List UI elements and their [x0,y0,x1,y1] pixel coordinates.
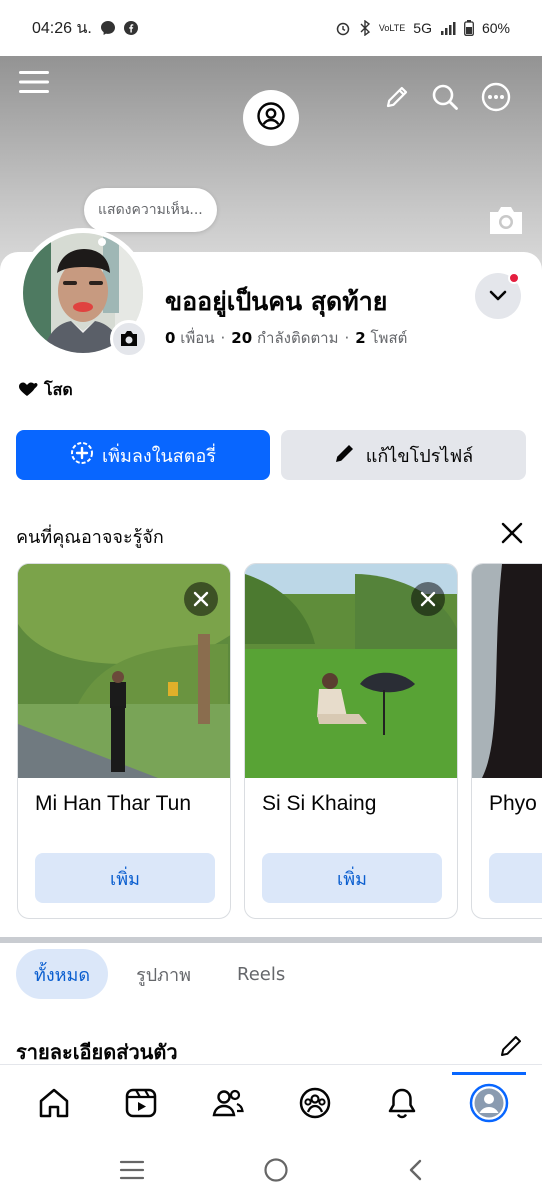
hearts-icon [18,379,40,403]
search-icon[interactable] [428,80,462,114]
person-photo [472,564,542,778]
edit-profile-button[interactable]: แก้ไขโปรไฟล์ [281,430,526,480]
plus-circle-icon [70,441,94,470]
chevron-down-icon [488,287,508,306]
facebook-notif-icon [123,21,138,35]
add-story-button[interactable]: เพิ่มลงในสตอรี่ [16,430,270,480]
add-friend-button[interactable]: เพิ่ม [35,853,215,903]
thought-placeholder: แสดงความเห็น... [98,202,203,218]
avatar-frame-button[interactable] [243,90,299,146]
profile-avatar-icon [469,1083,509,1127]
nav-notifications[interactable] [375,1075,429,1135]
stat-separator: · [220,329,226,347]
messenger-icon [100,20,116,36]
user-circle-icon [256,101,286,135]
stat-separator: · [344,329,350,347]
bottom-navigation [0,1064,542,1144]
more-icon[interactable] [478,79,514,115]
following-stat[interactable]: 20 กำลังติดตาม [231,326,338,350]
hamburger-icon[interactable] [16,64,52,100]
groups-icon [298,1086,332,1124]
tab-all[interactable]: ทั้งหมด [16,949,109,999]
nav-friends[interactable] [201,1075,255,1135]
status-bar: 04:26 น. VoLTE 5G 60% [0,0,542,56]
pencil-icon[interactable] [498,1033,526,1061]
tab-photos[interactable]: รูปภาพ [118,949,209,999]
video-icon [124,1086,158,1124]
person-card[interactable]: Phyo [471,563,542,919]
network-label: 5G [413,20,432,36]
profile-name: ขออยู่เป็นคน สุดท้าย [165,287,388,316]
nav-profile[interactable] [451,1071,526,1135]
camera-icon[interactable] [110,320,148,358]
relationship-label: โสด [44,380,73,399]
notification-dot [508,272,520,284]
signal-icon [440,21,456,35]
profile-tabs: ทั้งหมด รูปภาพ Reels [16,949,303,999]
add-friend-button[interactable] [489,853,542,903]
dismiss-icon[interactable] [411,582,445,616]
person-name: Mi Han Thar Tun [35,792,192,815]
friends-stat[interactable]: 0 เพื่อน [165,326,215,350]
thought-bubble-tail [98,238,106,246]
relationship-status: โสด [18,378,73,403]
edit-profile-label: แก้ไขโปรไฟล์ [365,445,474,467]
friends-icon [211,1086,245,1124]
nav-groups[interactable] [288,1075,342,1135]
bluetooth-icon [359,20,371,36]
status-time: 04:26 น. [32,19,92,37]
add-story-label: เพิ่มลงในสตอรี่ [102,445,216,467]
volte-label: VoLTE [378,22,406,33]
system-navigation [0,1144,542,1200]
home-icon [37,1086,71,1124]
people-you-may-know-title: คนที่คุณอาจจะรู้จัก [16,527,164,548]
add-friend-button[interactable]: เพิ่ม [262,853,442,903]
tab-reels[interactable]: Reels [219,949,303,999]
dismiss-icon[interactable] [184,582,218,616]
nav-home[interactable] [27,1075,81,1135]
nav-video[interactable] [114,1075,168,1135]
battery-icon [464,20,474,36]
battery-level: 60% [481,20,510,36]
camera-icon[interactable] [486,204,526,240]
home-button-icon[interactable] [263,1157,289,1187]
alarm-icon [335,20,351,36]
thought-bubble[interactable]: แสดงความเห็น... [84,188,217,232]
close-icon[interactable] [498,519,526,547]
person-card[interactable]: Si Si Khaing เพิ่ม [244,563,458,919]
pencil-icon[interactable] [380,80,414,114]
posts-stat[interactable]: 2 โพสต์ [355,326,407,350]
profile-stats: 0 เพื่อน · 20 กำลังติดตาม · 2 โพสต์ [165,326,407,350]
pencil-icon [334,442,356,469]
recent-apps-icon[interactable] [118,1159,146,1185]
back-icon[interactable] [406,1158,424,1186]
person-name: Si Si Khaing [262,792,377,815]
section-divider [0,937,542,943]
person-card[interactable]: Mi Han Thar Tun เพิ่ม [17,563,231,919]
person-name: Phyo [489,792,537,815]
bell-icon [385,1086,419,1124]
